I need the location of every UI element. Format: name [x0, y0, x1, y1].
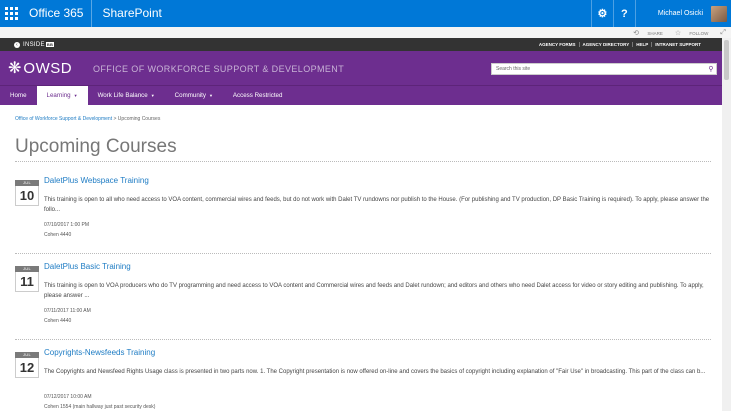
course-description: The Copyrights and Newsfeed Rights Usage… [44, 369, 706, 375]
suite-site-app[interactable]: SharePoint [92, 0, 171, 27]
help-icon: ? [621, 7, 628, 20]
calendar-date-icon: JUL 12 [15, 352, 39, 378]
link-agency-directory[interactable]: AGENCY DIRECTORY [578, 42, 633, 47]
course-datetime: 07/12/2017 10:00 AM [44, 394, 92, 400]
suite-bar: Office 365 SharePoint ⚙ ? Michael Osicki [0, 0, 731, 27]
nav-access-restricted[interactable]: Access Restricted [223, 86, 293, 105]
help-button[interactable]: ? [612, 0, 635, 27]
course-datetime: 07/10/2017 1:00 PM [44, 222, 90, 228]
breadcrumb-parent-link[interactable]: Office of Workforce Support & Developmen… [15, 116, 112, 122]
link-help[interactable]: HELP [632, 42, 651, 47]
site-logo[interactable]: ❋ OWSD [8, 60, 72, 77]
app-launcher-button[interactable] [0, 0, 23, 27]
site-header: ❋ OWSD OFFICE OF WORKFORCE SUPPORT & DEV… [0, 51, 722, 85]
calendar-date-icon: JUL 10 [15, 180, 39, 206]
chevron-down-icon: ▼ [150, 93, 155, 98]
snowflake-logo-icon: ❋ [8, 59, 22, 77]
waffle-icon [5, 7, 18, 20]
avatar[interactable] [711, 5, 727, 22]
course-location: Cohen 4440 [44, 232, 72, 238]
inside-bar: ‹ INSIDE BB AGENCY FORMS AGENCY DIRECTOR… [0, 38, 722, 51]
share-button[interactable]: ⟲ SHARE [627, 29, 663, 37]
nav-home[interactable]: Home [0, 86, 37, 105]
calendar-date-icon: JUL 11 [15, 266, 39, 292]
course-datetime: 07/11/2017 11:00 AM [44, 308, 91, 314]
site-title[interactable]: OFFICE OF WORKFORCE SUPPORT & DEVELOPMEN… [93, 64, 344, 74]
nav-work-life-balance[interactable]: Work Life Balance ▼ [88, 86, 165, 105]
user-name[interactable]: Michael Osicki [634, 0, 711, 27]
course-title-link[interactable]: Copyrights-Newsfeeds Training [44, 348, 155, 357]
title-divider [15, 161, 711, 162]
star-icon: ☆ [674, 29, 682, 37]
course-title-link[interactable]: DaletPlus Webspace Training [44, 176, 149, 185]
chevron-down-icon: ▼ [208, 93, 213, 98]
course-divider [15, 253, 711, 254]
scroll-thumb[interactable] [724, 40, 729, 80]
share-icon: ⟲ [633, 29, 640, 37]
suite-app-name[interactable]: Office 365 [23, 0, 91, 27]
nav-learning[interactable]: Learning ▼ [36, 86, 88, 105]
focus-icon: ⤢ [720, 28, 726, 36]
link-intranet-support[interactable]: INTRANET SUPPORT [651, 42, 704, 47]
search-icon[interactable]: ⚲ [706, 65, 716, 73]
chevron-down-icon: ▼ [73, 93, 78, 98]
page-title: Upcoming Courses [15, 136, 177, 157]
follow-button[interactable]: ☆ FOLLOW [669, 29, 709, 37]
inside-logo[interactable]: ‹ INSIDE BB [14, 41, 55, 48]
course-location: Cohen 1554 (main hallway just past secur… [44, 404, 156, 410]
breadcrumb: Office of Workforce Support & Developmen… [15, 116, 161, 122]
search-input[interactable] [492, 64, 706, 74]
course-divider [15, 339, 711, 340]
nav-community[interactable]: Community ▼ [165, 86, 223, 105]
course-description: This training is open to all who need ac… [44, 197, 710, 213]
link-agency-forms[interactable]: AGENCY FORMS [536, 42, 579, 47]
focus-button[interactable]: ⤢ [714, 29, 727, 37]
chevron-left-icon: ‹ [14, 41, 20, 48]
course-location: Cohen 4440 [44, 318, 72, 324]
top-nav: Home Learning ▼ Work Life Balance ▼ Commun… [0, 85, 722, 105]
settings-button[interactable]: ⚙ [590, 0, 613, 27]
share-bar: ⟲ SHARE ☆ FOLLOW ⤢ [0, 27, 731, 38]
gear-icon: ⚙ [597, 8, 608, 20]
breadcrumb-current: Upcoming Courses [117, 116, 161, 122]
search-box: ⚲ [491, 63, 717, 75]
course-title-link[interactable]: DaletPlus Basic Training [44, 262, 131, 271]
course-description: This training is open to VOA producers w… [44, 283, 704, 299]
utility-links: AGENCY FORMS AGENCY DIRECTORY HELP INTRA… [536, 38, 704, 51]
page-scrollbar[interactable] [722, 38, 731, 411]
